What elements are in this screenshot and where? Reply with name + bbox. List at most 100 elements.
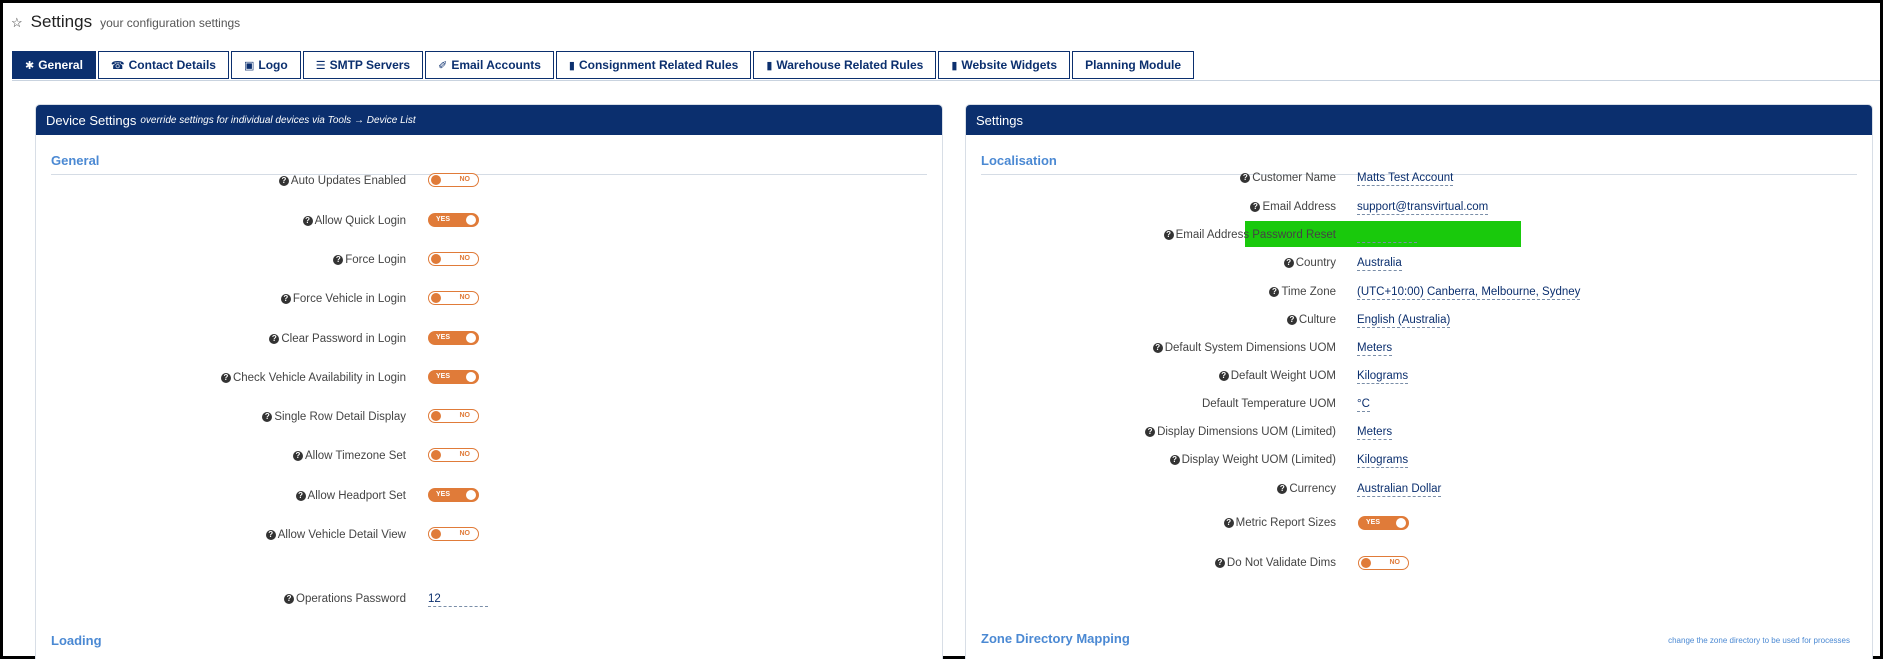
help-icon[interactable]: ? (295, 491, 306, 501)
toggle-knob (431, 450, 441, 460)
email-address-password-reset-label: ? Email Address Password Reset (1163, 229, 1336, 241)
auto-updates-enabled-row: ? Auto Updates Enabled (36, 172, 406, 192)
clear-password-in-login-toggle[interactable]: YES (428, 331, 479, 345)
help-icon[interactable]: ? (1145, 427, 1156, 437)
country-label: ? Country (1283, 257, 1336, 269)
clear-password-in-login-label: ? Clear Password in Login (269, 333, 406, 345)
email-address-value[interactable]: support@transvirtual.com (1357, 201, 1489, 215)
culture-value[interactable]: English (Australia) (1357, 314, 1451, 328)
help-icon[interactable]: ? (1152, 343, 1163, 353)
allow-headport-set-toggle[interactable]: YES (428, 488, 479, 502)
single-row-detail-display-toggle[interactable]: NO (428, 409, 479, 423)
help-icon[interactable]: ? (293, 451, 303, 461)
help-icon[interactable]: ? (1240, 173, 1251, 183)
metric-report-sizes-label-text: Metric Report Sizes (1235, 517, 1336, 529)
help-icon[interactable]: ? (302, 216, 313, 226)
auto-updates-enabled-label-text: Auto Updates Enabled (290, 175, 406, 187)
tab-planning-module[interactable]: Planning Module (1072, 51, 1195, 79)
display-dimensions-uom-limited-label: ? Display Dimensions UOM (Limited) (1145, 426, 1336, 438)
tab-email-accounts[interactable]: ✐ Email Accounts (425, 51, 554, 79)
allow-vehicle-detail-view-toggle[interactable]: NO (428, 527, 479, 541)
force-login-row: ? Force Login (36, 251, 406, 271)
force-login-toggle[interactable]: NO (428, 252, 479, 266)
help-icon[interactable]: ? (333, 255, 344, 265)
country-row: ? Country (966, 254, 1336, 274)
toggle-knob (1396, 518, 1406, 528)
server-icon: ☰ (315, 59, 326, 72)
country-value[interactable]: Australia (1357, 257, 1402, 271)
single-row-detail-display-label-text: Single Row Detail Display (274, 411, 406, 423)
settings-panel: Settings Localisation ? Customer Name Matt… (965, 104, 1873, 659)
help-icon[interactable]: ? (284, 594, 295, 604)
currency-row: ? Currency (966, 480, 1336, 500)
force-vehicle-in-login-row: ? Force Vehicle in Login (36, 290, 406, 310)
default-system-dimensions-uom-row: ? Default System Dimensions UOM (966, 339, 1336, 359)
metric-report-sizes-toggle[interactable]: YES (1358, 516, 1409, 530)
tab-contact-details[interactable]: ☎ Contact Details (97, 51, 229, 79)
page-title: Settings (30, 12, 93, 31)
force-vehicle-in-login-label: ? Force Vehicle in Login (280, 293, 406, 305)
tab-consignment-rules[interactable]: ▮ Consignment Related Rules (555, 51, 752, 79)
default-system-dimensions-uom-value[interactable]: Meters (1357, 342, 1393, 356)
time-zone-value[interactable]: (UTC+10:00) Canberra, Melbourne, Sydney (1357, 286, 1581, 300)
display-dimensions-uom-limited-value[interactable]: Meters (1357, 426, 1393, 440)
metric-report-sizes-row: ? Metric Report Sizes (966, 514, 1336, 534)
allow-quick-login-toggle[interactable]: YES (428, 213, 479, 227)
help-icon[interactable]: ? (1286, 315, 1297, 325)
help-icon[interactable]: ? (1214, 558, 1225, 568)
help-icon[interactable]: ? (262, 412, 273, 422)
help-icon[interactable]: ? (278, 176, 289, 186)
tab-smtp-servers[interactable]: ☰ SMTP Servers (302, 51, 424, 79)
allow-timezone-set-toggle[interactable]: NO (428, 448, 479, 462)
help-icon[interactable]: ? (220, 373, 231, 383)
default-weight-uom-value[interactable]: Kilograms (1357, 370, 1409, 384)
help-icon[interactable]: ? (1250, 202, 1261, 212)
help-icon[interactable]: ? (1223, 518, 1234, 528)
auto-updates-enabled-toggle[interactable]: NO (428, 173, 479, 187)
help-icon[interactable]: ? (280, 294, 291, 304)
help-icon[interactable]: ? (1218, 371, 1229, 381)
file-icon: ▮ (951, 59, 958, 72)
toggle-knob (431, 175, 441, 185)
help-icon[interactable]: ? (1277, 484, 1288, 494)
display-weight-uom-limited-value[interactable]: Kilograms (1357, 454, 1409, 468)
panel-title: Settings (976, 112, 1023, 128)
operations-password-row: ? Operations Password (36, 590, 406, 610)
do-not-validate-dims-toggle[interactable]: NO (1358, 556, 1409, 570)
force-vehicle-in-login-toggle[interactable]: NO (428, 291, 479, 305)
operations-password-value[interactable]: 12 (428, 593, 488, 607)
single-row-detail-display-row: ? Single Row Detail Display (36, 408, 406, 428)
paperclip-icon: ✐ (438, 59, 448, 72)
customer-name-value[interactable]: Matts Test Account (1357, 172, 1454, 186)
display-dimensions-uom-limited-row: ? Display Dimensions UOM (Limited) (966, 423, 1336, 443)
default-temperature-uom-value[interactable]: °C (1357, 398, 1370, 412)
toggle-knob (1361, 558, 1371, 568)
display-weight-uom-limited-row: ? Display Weight UOM (Limited) (966, 451, 1336, 471)
time-zone-label: ? Time Zone (1269, 286, 1336, 298)
allow-vehicle-detail-view-label: ? Allow Vehicle Detail View (265, 529, 406, 541)
do-not-validate-dims-label: ? Do Not Validate Dims (1214, 557, 1336, 569)
country-label-text: Country (1295, 257, 1336, 269)
star-icon[interactable]: ☆ (11, 15, 23, 31)
check-vehicle-availability-in-login-row: ? Check Vehicle Availability in Login (36, 369, 406, 389)
help-icon[interactable]: ? (269, 334, 280, 344)
tab-logo[interactable]: ▣ Logo (230, 51, 301, 79)
culture-label-text: Culture (1298, 314, 1336, 326)
email-address-password-reset-value[interactable] (1357, 229, 1417, 243)
allow-quick-login-label-text: Allow Quick Login (314, 215, 406, 227)
tab-general[interactable]: ✱ General (12, 51, 96, 79)
toggle-knob (431, 254, 441, 264)
currency-value[interactable]: Australian Dollar (1357, 483, 1442, 497)
help-icon[interactable]: ? (1163, 230, 1174, 240)
help-icon[interactable]: ? (1269, 287, 1280, 297)
tab-warehouse-rules[interactable]: ▮ Warehouse Related Rules (753, 51, 937, 79)
tab-website-widgets[interactable]: ▮ Website Widgets (938, 51, 1071, 79)
display-weight-uom-limited-label-text: Display Weight UOM (Limited) (1181, 454, 1336, 466)
metric-report-sizes-label: ? Metric Report Sizes (1223, 517, 1336, 529)
check-vehicle-availability-in-login-toggle[interactable]: YES (428, 370, 479, 384)
help-icon[interactable]: ? (265, 530, 276, 540)
section-title-loading: Loading (51, 633, 102, 648)
help-icon[interactable]: ? (1169, 455, 1180, 465)
help-icon[interactable]: ? (1283, 258, 1294, 268)
toggle-state-text: YES (436, 491, 451, 498)
